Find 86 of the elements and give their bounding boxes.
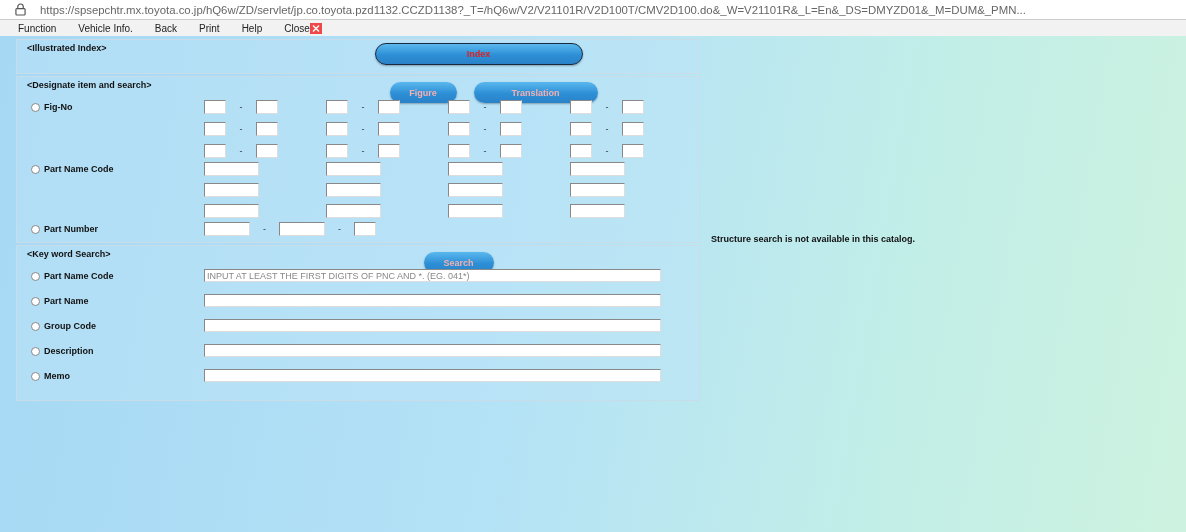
input-field[interactable] [570, 204, 625, 218]
input-field[interactable] [622, 144, 644, 158]
field-label: Memo [44, 371, 70, 381]
field-label: Part Number [44, 224, 98, 234]
input-field[interactable] [570, 122, 592, 136]
close-menu-item[interactable]: Close [284, 22, 322, 34]
radio-button[interactable] [31, 102, 40, 112]
input-field[interactable] [204, 294, 661, 307]
input-field[interactable] [204, 204, 259, 218]
input-field[interactable] [204, 183, 259, 197]
field-label: Part Name Code [44, 271, 114, 281]
input-field[interactable] [378, 122, 400, 136]
input-field[interactable] [326, 162, 381, 176]
separator-text: - [604, 102, 610, 112]
input-field[interactable] [378, 144, 400, 158]
menu-item[interactable]: Back [154, 22, 178, 34]
menu-item[interactable]: Vehicle Info. [78, 22, 133, 34]
field-label: Fig-No [44, 102, 73, 112]
separator-text: - [360, 102, 366, 112]
input-field[interactable] [570, 162, 625, 176]
radio-button[interactable] [31, 296, 40, 306]
input-field[interactable] [204, 344, 661, 357]
input-field[interactable] [204, 319, 661, 332]
input-field[interactable] [378, 100, 400, 114]
input-field[interactable] [256, 144, 278, 158]
input-field[interactable] [204, 222, 250, 236]
section-heading: <Designate item and search> [27, 80, 152, 90]
separator-text: - [360, 146, 366, 156]
input-field[interactable] [204, 144, 226, 158]
field-label: Group Code [44, 321, 96, 331]
input-field[interactable] [570, 100, 592, 114]
input-field[interactable] [326, 122, 348, 136]
separator-text: - [482, 124, 488, 134]
radio-button[interactable] [31, 371, 40, 381]
input-field[interactable] [204, 369, 661, 382]
input-field[interactable] [570, 183, 625, 197]
menu-item[interactable]: Function [18, 22, 57, 34]
input-field[interactable] [570, 144, 592, 158]
input-field[interactable]: INPUT AT LEAST THE FIRST DIGITS OF PNC AND *. (EG. 041*) [204, 269, 661, 282]
input-field[interactable] [256, 122, 278, 136]
input-field[interactable] [448, 183, 503, 197]
input-field[interactable] [279, 222, 325, 236]
radio-button[interactable] [31, 321, 40, 331]
separator-text: - [238, 124, 244, 134]
input-field[interactable] [354, 222, 376, 236]
input-field[interactable] [204, 122, 226, 136]
separator-text: - [604, 124, 610, 134]
input-field[interactable] [448, 100, 470, 114]
separator-text: - [337, 224, 342, 234]
separator-text: - [238, 146, 244, 156]
input-field[interactable] [500, 100, 522, 114]
input-field[interactable] [500, 122, 522, 136]
menu-item[interactable]: Help [241, 22, 263, 34]
input-field[interactable] [326, 100, 348, 114]
lock-icon [15, 3, 26, 16]
separator-text: - [262, 224, 267, 234]
input-field[interactable] [256, 100, 278, 114]
input-field[interactable] [326, 183, 381, 197]
input-field[interactable] [500, 144, 522, 158]
input-field[interactable] [622, 122, 644, 136]
separator-text: - [238, 102, 244, 112]
separator-text: - [482, 146, 488, 156]
radio-button[interactable] [31, 164, 40, 174]
separator-text: - [604, 146, 610, 156]
radio-button[interactable] [31, 271, 40, 281]
separator-text: - [360, 124, 366, 134]
section-heading: <Illustrated Index> [27, 43, 107, 53]
radio-button[interactable] [31, 346, 40, 356]
input-field[interactable] [204, 100, 226, 114]
separator-text: - [482, 102, 488, 112]
input-field[interactable] [204, 162, 259, 176]
field-label: Part Name [44, 296, 89, 306]
input-field[interactable] [448, 144, 470, 158]
input-field[interactable] [326, 144, 348, 158]
input-field[interactable] [448, 162, 503, 176]
input-field[interactable] [326, 204, 381, 218]
close-icon[interactable] [309, 22, 322, 34]
field-label: Part Name Code [44, 164, 114, 174]
menu-item[interactable]: Print [199, 22, 220, 34]
info-message: Structure search is not available in this catalog. [711, 234, 916, 244]
input-field[interactable] [448, 122, 470, 136]
input-field[interactable] [448, 204, 503, 218]
radio-button[interactable] [31, 224, 40, 234]
section-heading: <Key word Search> [27, 249, 111, 259]
field-label: Description [44, 346, 94, 356]
input-field[interactable] [622, 100, 644, 114]
